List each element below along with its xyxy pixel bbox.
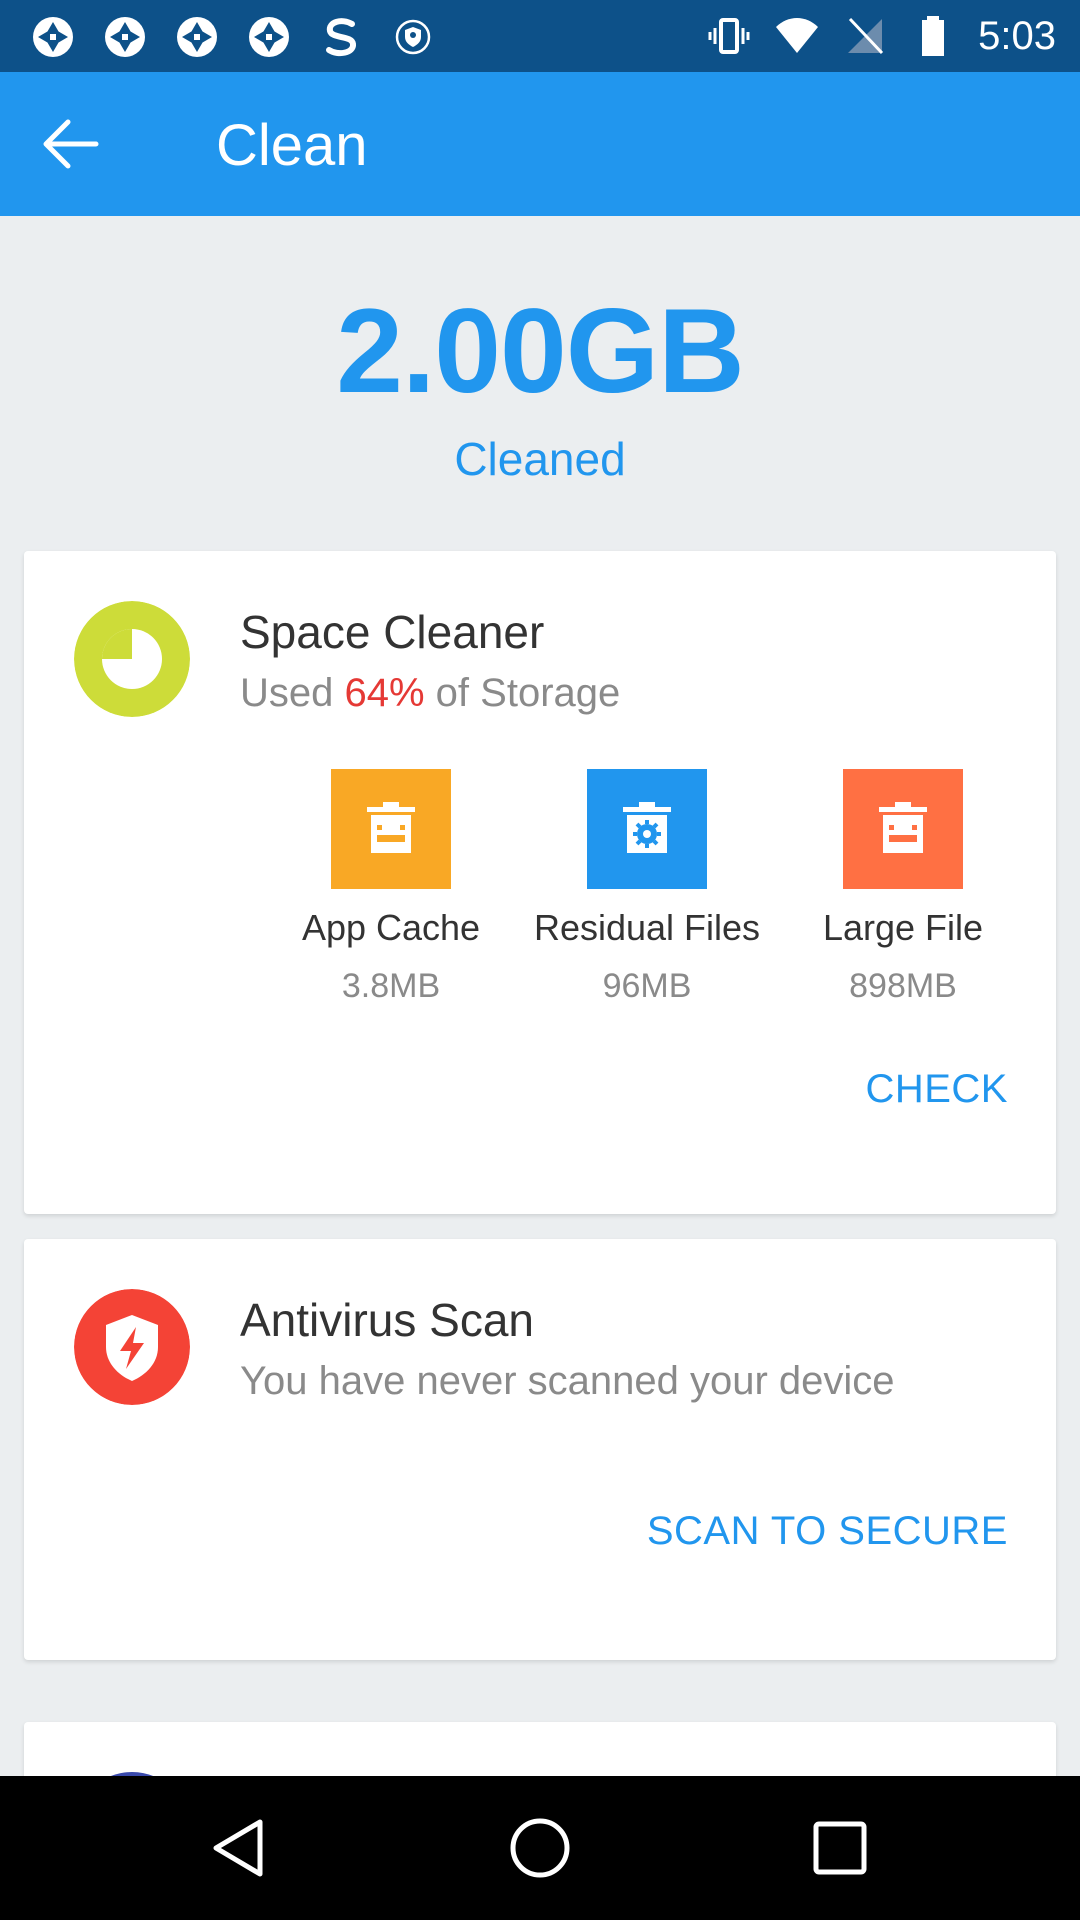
tile-size: 898MB <box>849 967 957 1005</box>
shutter-icon <box>249 17 289 57</box>
pie-chart-icon <box>74 601 190 717</box>
battery-icon <box>922 16 945 56</box>
usage-prefix: Used <box>240 671 345 715</box>
tile-size: 3.8MB <box>341 967 441 1005</box>
android-bin-icon <box>843 769 963 889</box>
navigation-bar <box>0 1776 1080 1920</box>
tile-label: App Cache <box>301 907 481 948</box>
cleaned-label: Cleaned <box>454 433 626 485</box>
app-bar: Clean <box>0 72 1080 216</box>
residual-files-tile[interactable]: Residual Files 96MB <box>517 769 777 1006</box>
tile-label: Residual Files <box>533 907 761 948</box>
shield-icon <box>395 19 431 55</box>
arrow-left-icon[interactable] <box>34 108 106 180</box>
shutter-icon <box>105 17 145 57</box>
antivirus-status-text: You have never scanned your device <box>240 1359 895 1403</box>
gear-bin-icon <box>587 769 707 889</box>
app-cache-tile[interactable]: App Cache 3.8MB <box>261 769 521 1006</box>
cleaned-amount: 2.00GB <box>336 284 745 418</box>
page-title: Clean <box>216 113 368 178</box>
back-triangle-icon[interactable] <box>204 1812 276 1884</box>
shield-bolt-icon <box>74 1289 190 1405</box>
status-clock: 5:03 <box>978 13 1056 58</box>
tile-label: Large File <box>822 907 984 948</box>
s-logo-icon <box>326 18 356 57</box>
usage-suffix: of Storage <box>424 671 621 715</box>
no-signal-icon <box>848 17 884 55</box>
home-circle-icon[interactable] <box>504 1812 576 1884</box>
antivirus-title: Antivirus Scan <box>240 1294 535 1346</box>
storage-usage-text: Used 64% of Storage <box>240 671 620 716</box>
wifi-icon <box>776 18 819 53</box>
tile-size: 96MB <box>602 967 692 1005</box>
usage-percent: 64% <box>344 671 425 715</box>
shutter-icon <box>177 17 217 57</box>
antivirus-card: Antivirus Scan You have never scanned yo… <box>24 1239 1056 1660</box>
cleaner-tiles: App Cache 3.8MB Residual Files 96MB Larg… <box>24 769 1056 1029</box>
status-bar: 5:03 <box>0 0 1080 72</box>
space-cleaner-title: Space Cleaner <box>240 606 545 658</box>
status-notifications <box>30 14 436 60</box>
status-system-icons: 5:03 <box>706 10 1056 62</box>
vibrate-icon <box>708 18 750 54</box>
check-button[interactable]: CHECK <box>865 1067 1008 1112</box>
large-file-tile[interactable]: Large File 898MB <box>773 769 1033 1006</box>
shutter-icon <box>33 17 73 57</box>
android-bin-icon <box>331 769 451 889</box>
recents-square-icon[interactable] <box>804 1812 876 1884</box>
space-cleaner-card: Space Cleaner Used 64% of Storage App Ca… <box>24 551 1056 1214</box>
scan-to-secure-button[interactable]: SCAN TO SECURE <box>647 1509 1008 1554</box>
